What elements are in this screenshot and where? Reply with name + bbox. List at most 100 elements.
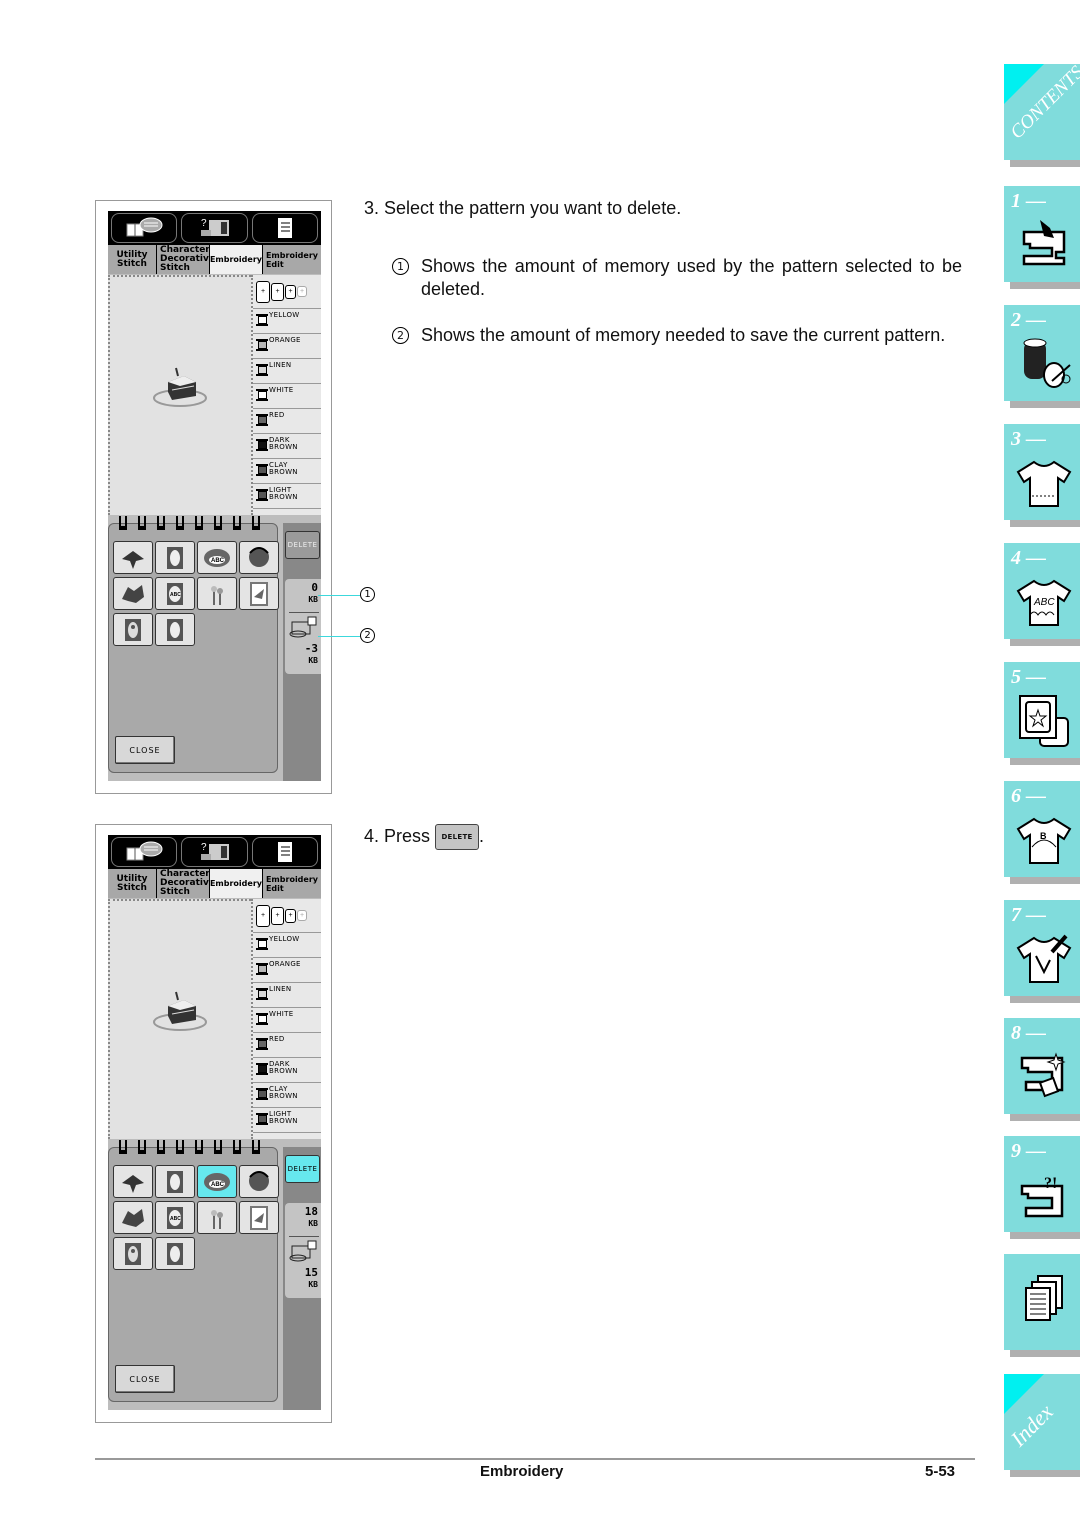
thread-color-row: RED	[253, 409, 321, 434]
ring-icon	[119, 516, 127, 530]
side-tab-appendix[interactable]	[1004, 1254, 1080, 1357]
thread-color-row: ORANGE	[253, 334, 321, 359]
memory-divider	[289, 1236, 319, 1237]
pattern-framed-cat[interactable]	[155, 613, 195, 646]
ring-icon	[176, 1140, 184, 1154]
svg-text:B: B	[1040, 831, 1047, 841]
framed-bird-icon	[250, 581, 268, 606]
thread-color-row: CLAY BROWN	[253, 459, 321, 484]
tab-character-decorative-stitch[interactable]: Character Decorative Stitch	[156, 869, 215, 898]
thread-color-name: LINEN	[269, 985, 292, 993]
side-tab-contents[interactable]: CONTENTS	[1004, 62, 1080, 167]
side-tab-index[interactable]: Index	[1004, 1374, 1080, 1477]
thread-color-name: CLAY BROWN	[269, 461, 298, 476]
thread-spool-icon	[256, 364, 268, 376]
thread-color-name: RED	[269, 411, 285, 419]
hoop-xsmall-icon: +	[297, 286, 307, 297]
pattern-bird[interactable]	[113, 541, 153, 574]
framed-abc-icon: ABC	[167, 1206, 183, 1229]
side-tab-chapter-4[interactable]: 4 — ABC	[1004, 543, 1080, 646]
pattern-framed-cat[interactable]	[155, 1165, 195, 1198]
thread-color-name: YELLOW	[269, 311, 300, 319]
thread-color-row: YELLOW	[253, 309, 321, 334]
callout-2-leader	[318, 636, 360, 637]
side-tab-chapter-5[interactable]: 5 —	[1004, 662, 1080, 765]
svg-text:?: ?	[201, 842, 207, 853]
pattern-framed-abc[interactable]: ABC	[155, 1201, 195, 1234]
pattern-dragon[interactable]	[113, 577, 153, 610]
ring-icon	[214, 1140, 222, 1154]
footer-section-title: Embroidery	[480, 1463, 564, 1480]
ring-icon	[252, 1140, 260, 1154]
thread-spool-icon	[256, 389, 268, 401]
pattern-framed-lady[interactable]	[113, 1237, 153, 1270]
ring-icon	[233, 1140, 241, 1154]
thread-color-list: + + + + YELLOW ORANGE LINEN WHITE RED DARK BR…	[251, 275, 321, 515]
pattern-framed-bird[interactable]	[239, 1201, 279, 1234]
book-button[interactable]	[111, 837, 178, 867]
tab-character-decorative-stitch[interactable]: Character Decorative Stitch	[156, 245, 215, 274]
chapter-4-label: 4 —	[1011, 547, 1046, 569]
inline-delete-button-image: DELETE	[435, 824, 480, 850]
screen-illustration-step3: ? Utility Stitch Character Decorative St…	[95, 200, 332, 794]
abc-wreath-icon: ABC	[204, 1172, 230, 1191]
tab-utility-stitch[interactable]: Utility Stitch	[108, 245, 156, 274]
pattern-abc-wreath[interactable]: ABC	[197, 1165, 237, 1198]
bird-icon	[122, 550, 144, 569]
pattern-bird[interactable]	[113, 1165, 153, 1198]
note-2: 2 Shows the amount of memory needed to s…	[392, 324, 962, 347]
pattern-flower-basket[interactable]	[239, 541, 279, 574]
tab-embroidery[interactable]: Embroidery	[210, 869, 262, 898]
tab-embroidery-edit[interactable]: Embroidery Edit	[262, 869, 321, 898]
embroidery-frame-star-icon	[1019, 695, 1069, 747]
tab-utility-stitch[interactable]: Utility Stitch	[108, 869, 156, 898]
delete-button[interactable]: DELETE	[285, 1155, 320, 1183]
side-tab-chapter-9[interactable]: 9 — ?!	[1004, 1136, 1080, 1239]
side-tab-chapter-8[interactable]: 8 —	[1004, 1018, 1080, 1121]
pattern-abc-wreath[interactable]: ABC	[197, 541, 237, 574]
note-1-text: Shows the amount of memory used by the p…	[421, 256, 962, 299]
thread-color-name: LINEN	[269, 361, 292, 369]
hoop-medium-icon: +	[271, 282, 284, 301]
side-tab-chapter-2[interactable]: 2 —	[1004, 305, 1080, 408]
ring-icon	[119, 1140, 127, 1154]
machine-troubleshoot-icon: ?!	[1020, 1175, 1064, 1218]
delete-button[interactable]: DELETE	[285, 531, 320, 559]
side-tab-chapter-3[interactable]: 3 —	[1004, 424, 1080, 527]
pattern-framed-abc[interactable]: ABC	[155, 577, 195, 610]
pattern-framed-cat[interactable]	[155, 541, 195, 574]
note-1-number: 1	[392, 258, 409, 275]
pattern-preview	[108, 275, 251, 515]
documents-icon	[1025, 1275, 1063, 1321]
flower-basket-icon	[249, 546, 269, 567]
thread-color-name: ORANGE	[269, 960, 301, 968]
pattern-framed-bird[interactable]	[239, 577, 279, 610]
close-button[interactable]: CLOSE	[115, 1365, 175, 1393]
pattern-flowers[interactable]	[197, 577, 237, 610]
side-tab-chapter-7[interactable]: 7 —	[1004, 900, 1080, 1003]
close-button[interactable]: CLOSE	[115, 736, 175, 764]
cake-pattern-image	[153, 367, 207, 407]
pattern-flowers[interactable]	[197, 1201, 237, 1234]
pattern-framed-lady[interactable]	[113, 613, 153, 646]
hoop-xsmall-icon: +	[297, 910, 307, 921]
memory-used-value: 0	[311, 581, 318, 594]
sewing-help-button[interactable]: ?	[181, 837, 248, 867]
pattern-framed-cat[interactable]	[155, 1237, 195, 1270]
tab-embroidery[interactable]: Embroidery	[210, 245, 262, 274]
side-tab-chapter-6[interactable]: 6 — B	[1004, 781, 1080, 884]
sewing-help-button[interactable]: ?	[181, 213, 248, 243]
book-button[interactable]	[111, 213, 178, 243]
thread-color-row: WHITE	[253, 384, 321, 409]
list-button[interactable]	[251, 213, 318, 243]
pattern-flower-basket[interactable]	[239, 1165, 279, 1198]
ring-icon	[195, 516, 203, 530]
thread-spool-icon	[256, 439, 268, 451]
list-button[interactable]	[251, 837, 318, 867]
pattern-dragon[interactable]	[113, 1201, 153, 1234]
pattern-preview	[108, 899, 251, 1139]
tab-embroidery-edit[interactable]: Embroidery Edit	[262, 245, 321, 274]
memory-display: 0 KB -3 KB	[285, 579, 321, 674]
side-tab-chapter-1[interactable]: 1 —	[1004, 186, 1080, 289]
thread-color-row: LINEN	[253, 983, 321, 1008]
